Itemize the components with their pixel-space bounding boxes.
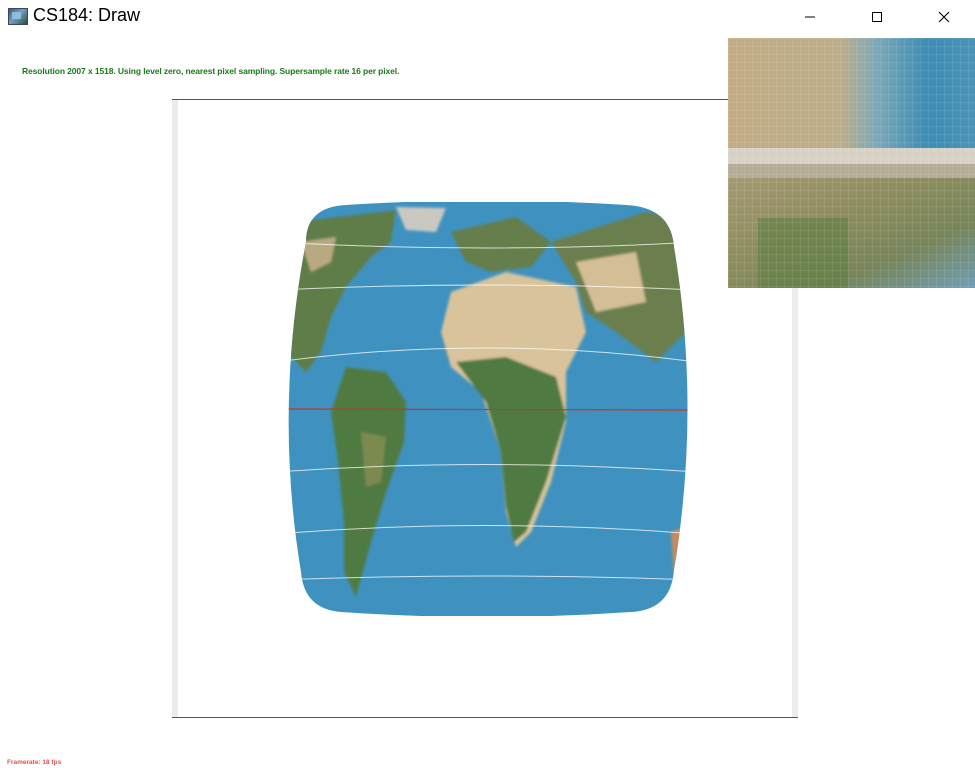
framerate-text: Framerate: 18 fps [7,759,62,766]
zoom-pixel-grid [728,38,975,288]
canvas-left-edge [172,100,178,717]
title-bar: CS184: Draw [0,0,975,34]
minimize-button[interactable] [787,0,833,34]
draw-canvas[interactable] [172,99,798,718]
minimize-icon [805,16,815,18]
maximize-button[interactable] [854,0,900,34]
world-map-texture [288,202,688,616]
close-button[interactable] [921,0,967,34]
close-icon [938,11,950,23]
zoom-inset [728,38,975,288]
app-icon [8,8,28,25]
window-title: CS184: Draw [33,5,141,25]
status-text: Resolution 2007 x 1518. Using level zero… [22,66,400,76]
maximize-icon [872,12,882,22]
